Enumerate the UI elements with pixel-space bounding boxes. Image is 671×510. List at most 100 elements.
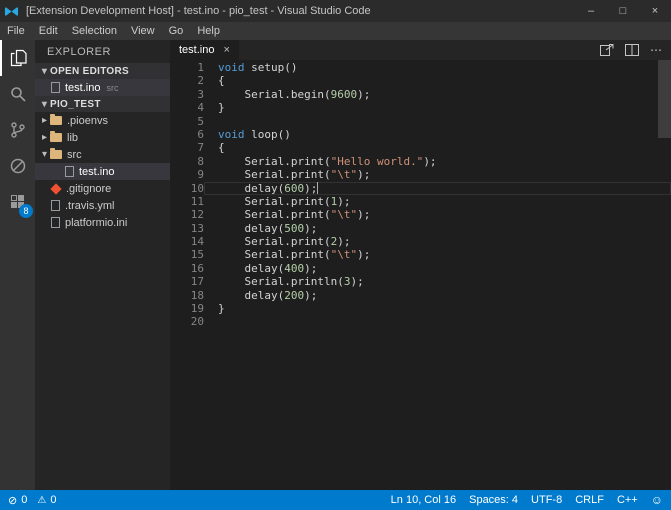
chevron-down-icon	[39, 66, 50, 77]
file-icon	[65, 166, 74, 177]
code-line[interactable]: Serial.print("\t");	[204, 208, 671, 221]
code-line[interactable]: Serial.print("Hello world.");	[204, 155, 671, 168]
eol-status[interactable]: CRLF	[575, 494, 604, 506]
menu-file[interactable]: File	[0, 22, 32, 40]
code-line[interactable]: void setup()	[204, 61, 671, 74]
open-editor-detail: src	[106, 83, 118, 93]
vertical-scrollbar[interactable]	[658, 60, 671, 138]
open-editors-label: OPEN EDITORS	[50, 66, 129, 77]
tree-item-lib[interactable]: lib	[35, 129, 170, 146]
folder-open-icon	[50, 150, 62, 159]
sidebar-explorer: EXPLORER OPEN EDITORS test.ino src PIO_T…	[35, 40, 170, 490]
warning-status[interactable]: 0	[37, 494, 56, 506]
window-title: [Extension Development Host] - test.ino …	[26, 5, 575, 17]
open-preview-icon[interactable]	[600, 44, 614, 56]
code-line[interactable]: Serial.print("\t");	[204, 168, 671, 181]
root-folder-label: PIO_TEST	[50, 99, 101, 110]
code-line[interactable]: delay(200);	[204, 289, 671, 302]
menu-go[interactable]: Go	[162, 22, 191, 40]
code-line[interactable]: {	[204, 141, 671, 154]
tree-item-test-ino[interactable]: test.ino	[35, 163, 170, 180]
tree-item-label: .pioenvs	[67, 115, 108, 127]
line-number: 6	[170, 128, 204, 141]
code-line[interactable]: delay(500);	[204, 222, 671, 235]
menu-edit[interactable]: Edit	[32, 22, 65, 40]
code-line[interactable]: Serial.print(1);	[204, 195, 671, 208]
editor-group: test.ino 1234567891011121314151617181920…	[170, 40, 671, 490]
warning-count: 0	[50, 494, 56, 506]
file-icon	[51, 217, 60, 228]
line-number: 12	[170, 208, 204, 221]
chevron-down-icon	[39, 99, 50, 110]
file-icon	[51, 200, 60, 211]
line-number: 17	[170, 275, 204, 288]
code-line[interactable]	[204, 115, 671, 128]
open-editor-label: test.ino	[65, 82, 100, 94]
line-number: 15	[170, 248, 204, 261]
code-line[interactable]: Serial.print("\t");	[204, 248, 671, 261]
extensions-badge: 8	[19, 204, 33, 218]
code-line[interactable]: Serial.println(3);	[204, 275, 671, 288]
code-line[interactable]: Serial.begin(9600);	[204, 88, 671, 101]
workbench: 8 EXPLORER OPEN EDITORS test.ino src PIO…	[0, 40, 671, 490]
source-control-activity-button[interactable]	[0, 112, 35, 148]
more-actions-icon[interactable]	[650, 43, 662, 57]
code-line[interactable]: Serial.print(2);	[204, 235, 671, 248]
folder-section-header[interactable]: PIO_TEST	[35, 96, 170, 112]
tree-item-travis-yml[interactable]: .travis.yml	[35, 197, 170, 214]
debug-icon	[7, 155, 29, 177]
tree-item-platformio-ini[interactable]: platformio.ini	[35, 214, 170, 231]
close-tab-icon[interactable]	[223, 44, 229, 56]
warning-icon	[37, 494, 46, 506]
close-button[interactable]: ×	[639, 0, 671, 22]
code-line[interactable]: }	[204, 101, 671, 114]
tree-item-label: .travis.yml	[65, 200, 115, 212]
line-number: 10	[170, 182, 204, 195]
line-number: 1	[170, 61, 204, 74]
code-line[interactable]	[204, 315, 671, 328]
tree-item-label: .gitignore	[66, 183, 111, 195]
language-mode[interactable]: C++	[617, 494, 638, 506]
split-editor-icon[interactable]	[625, 44, 639, 56]
code-line[interactable]: void loop()	[204, 128, 671, 141]
tab-test-ino[interactable]: test.ino	[170, 40, 239, 60]
minimize-button[interactable]: –	[575, 0, 607, 22]
tree-item-pioenvs[interactable]: .pioenvs	[35, 112, 170, 129]
tree-item-gitignore[interactable]: .gitignore	[35, 180, 170, 197]
code-line[interactable]: }	[204, 302, 671, 315]
tree-item-src[interactable]: src	[35, 146, 170, 163]
line-number: 8	[170, 155, 204, 168]
search-activity-button[interactable]	[0, 76, 35, 112]
maximize-button[interactable]: □	[607, 0, 639, 22]
vscode-window: [Extension Development Host] - test.ino …	[0, 0, 671, 510]
code-lines[interactable]: void setup(){ Serial.begin(9600);}void l…	[204, 60, 671, 490]
explorer-activity-button[interactable]	[0, 40, 35, 76]
line-number: 9	[170, 168, 204, 181]
open-editor-item-test-ino[interactable]: test.ino src	[35, 79, 170, 96]
code-line[interactable]: {	[204, 74, 671, 87]
encoding-status[interactable]: UTF-8	[531, 494, 562, 506]
menu-selection[interactable]: Selection	[65, 22, 124, 40]
tree-item-label: platformio.ini	[65, 217, 127, 229]
line-number: 11	[170, 195, 204, 208]
cursor-position[interactable]: Ln 10, Col 16	[391, 494, 456, 506]
line-number: 4	[170, 101, 204, 114]
tree-item-label: test.ino	[79, 166, 114, 178]
code-editor[interactable]: 1234567891011121314151617181920 void set…	[170, 60, 671, 490]
chevron-right-icon	[39, 132, 50, 143]
error-status[interactable]: 0	[8, 494, 27, 507]
chevron-right-icon	[39, 115, 50, 126]
indentation-status[interactable]: Spaces: 4	[469, 494, 518, 506]
window-controls: – □ ×	[575, 0, 671, 22]
code-line[interactable]: delay(400);	[204, 262, 671, 275]
feedback-smiley-icon[interactable]	[651, 493, 663, 507]
menu-help[interactable]: Help	[190, 22, 227, 40]
extensions-activity-button[interactable]: 8	[0, 184, 35, 220]
chevron-down-icon	[39, 149, 50, 160]
debug-activity-button[interactable]	[0, 148, 35, 184]
code-line[interactable]: delay(600);	[204, 182, 671, 195]
open-editors-header[interactable]: OPEN EDITORS	[35, 63, 170, 79]
tab-label: test.ino	[179, 44, 214, 56]
line-number: 7	[170, 141, 204, 154]
menu-view[interactable]: View	[124, 22, 162, 40]
